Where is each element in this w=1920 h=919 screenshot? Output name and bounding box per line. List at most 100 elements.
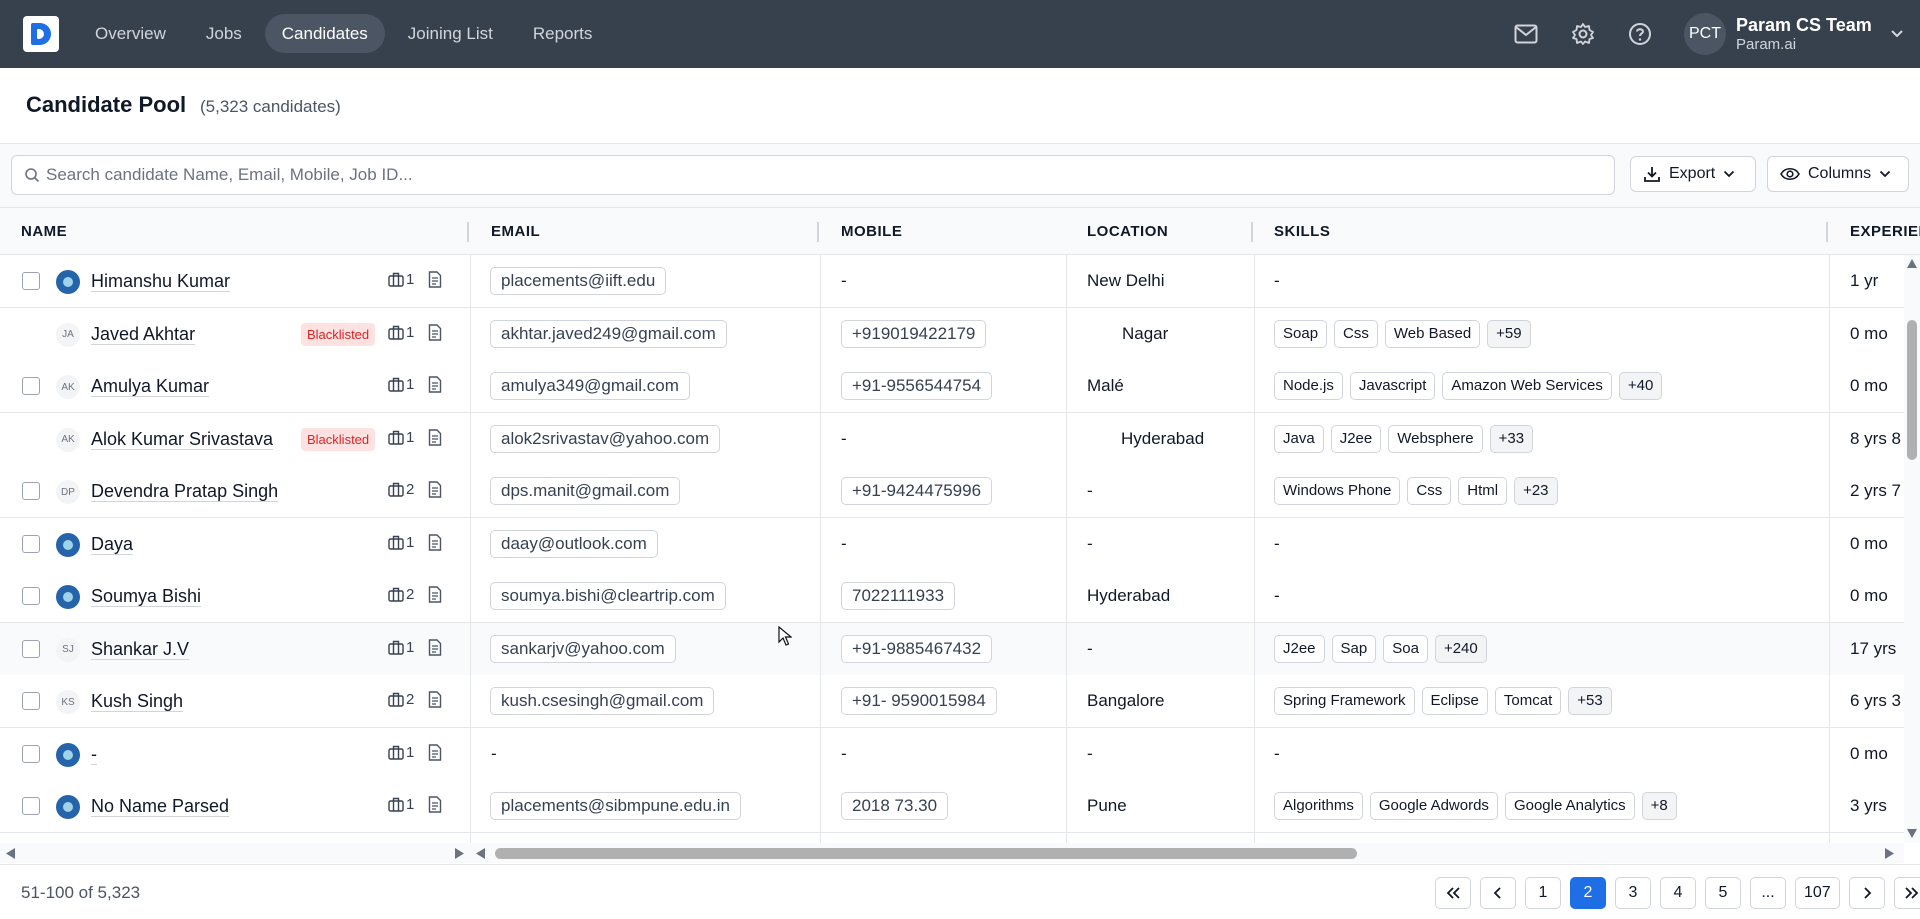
header-skills[interactable]: SKILLS [1274,208,1330,255]
scroll-right-icon[interactable] [454,848,464,859]
table-row[interactable]: No Name Parsed 1 placements@sibmpune.edu.i… [0,780,1904,833]
email-value[interactable]: daay@outlook.com [490,529,658,558]
row-checkbox[interactable] [22,534,40,553]
header-location[interactable]: LOCATION [1087,208,1168,255]
mobile-value[interactable]: +91-9885467432 [841,634,993,663]
candidate-name[interactable]: Shankar J.V [91,623,189,675]
candidate-name[interactable]: - [91,728,97,780]
scroll-left-icon[interactable] [6,848,16,859]
skills-more-badge[interactable]: +40 [1618,372,1663,400]
vertical-scroll-thumb[interactable] [1907,320,1917,460]
table-row[interactable]: AK Amulya Kumar 1 amulya349@gmail.com +91-95… [0,360,1904,413]
email-value[interactable]: placements@iift.edu [490,267,667,295]
row-checkbox[interactable] [22,587,40,605]
page-button-1[interactable]: 1 [1525,877,1561,909]
document-icon[interactable] [428,481,442,498]
job-count[interactable]: 1 [388,324,414,341]
resume-button[interactable] [428,271,442,293]
email-value[interactable]: sankarjv@yahoo.com [490,634,676,663]
job-count[interactable]: 1 [388,534,414,551]
email-value[interactable]: amulya349@gmail.com [490,372,690,400]
table-row[interactable]: AK Alok Kumar Srivastava Blacklisted 1 alok2… [0,412,1904,466]
document-icon[interactable] [428,586,442,603]
row-checkbox[interactable] [22,744,40,763]
row-checkbox[interactable] [22,797,40,815]
email-value[interactable]: alok2srivastav@yahoo.com [490,424,721,453]
row-checkbox[interactable] [22,639,40,658]
document-icon[interactable] [428,271,442,288]
nav-candidates[interactable]: Candidates [264,14,385,53]
resume-button[interactable] [428,796,442,818]
resume-button[interactable] [428,533,442,556]
job-count[interactable]: 2 [388,586,414,603]
page-button-4[interactable]: 4 [1660,877,1696,909]
candidate-name[interactable]: Javed Akhtar [91,308,195,360]
column-resizer[interactable] [467,222,469,242]
page-button-107[interactable]: 107 [1795,877,1840,909]
scroll-left-icon[interactable] [476,848,486,859]
skills-more-badge[interactable]: +240 [1434,634,1487,663]
job-count[interactable]: 2 [388,481,414,498]
nav-overview[interactable]: Overview [78,14,183,53]
row-checkbox[interactable] [22,482,40,500]
document-icon[interactable] [428,428,442,446]
candidate-name[interactable]: Daya [91,518,133,570]
first-page-button[interactable] [1435,877,1471,909]
scroll-right-icon[interactable] [1884,848,1894,859]
page-button-2[interactable]: 2 [1570,877,1606,909]
email-value[interactable]: akhtar.javed249@gmail.com [490,319,727,348]
job-count[interactable]: 1 [388,796,414,813]
mobile-value[interactable]: +919019422179 [841,319,987,348]
skills-more-badge[interactable]: +23 [1514,477,1558,505]
resume-button[interactable] [428,481,442,503]
job-count[interactable]: 1 [388,429,414,446]
document-icon[interactable] [428,796,442,813]
job-count[interactable]: 1 [388,639,414,656]
header-experience[interactable]: EXPERIEN [1850,208,1920,255]
document-icon[interactable] [428,638,442,656]
table-row[interactable]: Soumya Bishi 2 soumya.bishi@cleartrip.com 7… [0,570,1904,623]
document-icon[interactable] [428,691,442,708]
column-resizer[interactable] [817,222,819,242]
document-icon[interactable] [428,743,442,761]
email-value[interactable]: kush.csesingh@gmail.com [490,687,715,715]
job-count[interactable]: 1 [388,271,414,288]
horizontal-scroll-thumb[interactable] [495,848,1357,859]
skills-more-badge[interactable]: +53 [1568,687,1612,715]
row-checkbox[interactable] [22,272,40,290]
table-row[interactable]: JA Javed Akhtar Blacklisted 1 akhtar.javed24… [0,307,1904,361]
resume-button[interactable] [428,691,442,713]
resume-button[interactable] [428,376,442,398]
columns-button[interactable]: Columns [1767,156,1909,192]
gear-icon[interactable] [1565,16,1601,52]
job-count[interactable]: 1 [388,744,414,761]
email-value[interactable]: dps.manit@gmail.com [490,477,681,505]
candidate-name[interactable]: Soumya Bishi [91,570,201,622]
skills-more-badge[interactable]: +33 [1489,424,1534,453]
candidate-name[interactable]: Devendra Pratap Singh [91,465,278,517]
table-row[interactable]: - 1 - - - - 0 mo [0,727,1904,781]
vertical-scrollbar[interactable] [1904,255,1920,843]
export-button[interactable]: Export [1630,156,1756,192]
candidate-name[interactable]: Amulya Kumar [91,360,209,412]
header-name[interactable]: NAME [21,208,67,255]
document-icon[interactable] [428,323,442,341]
email-value[interactable]: soumya.bishi@cleartrip.com [490,582,726,610]
mobile-value[interactable]: +91- 9590015984 [841,687,997,715]
table-row[interactable]: DP Devendra Pratap Singh 2 dps.manit@gmail.… [0,465,1904,518]
page-button-5[interactable]: 5 [1705,877,1741,909]
candidate-name[interactable]: Alok Kumar Srivastava [91,413,273,465]
column-resizer[interactable] [1826,222,1828,242]
nav-joining-list[interactable]: Joining List [391,14,510,53]
page-button-3[interactable]: 3 [1615,877,1651,909]
nav-jobs[interactable]: Jobs [189,14,259,53]
row-checkbox[interactable] [22,377,40,395]
mobile-value[interactable]: 7022111933 [841,582,956,610]
resume-button[interactable] [428,638,442,661]
document-icon[interactable] [428,533,442,551]
mobile-value[interactable]: 2018 73.30 [841,792,949,820]
help-icon[interactable] [1622,16,1658,52]
header-email[interactable]: EMAIL [491,208,540,255]
table-row[interactable]: KS Kush Singh 2 kush.csesingh@gmail.com +91-… [0,675,1904,728]
email-value[interactable]: placements@sibmpune.edu.in [490,792,741,820]
